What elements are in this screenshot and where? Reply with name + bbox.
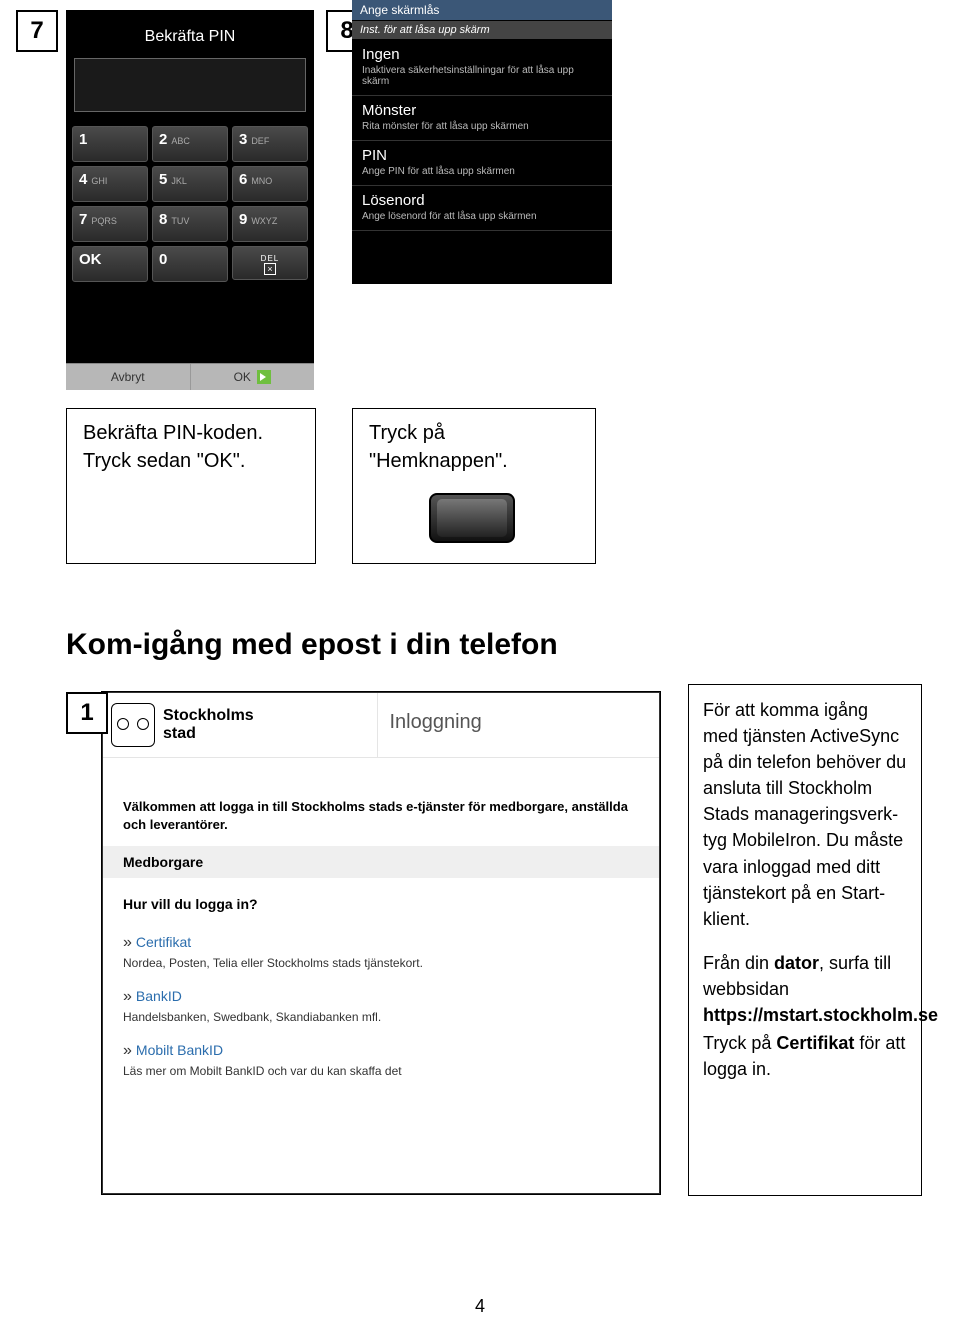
lock-option-pattern[interactable]: MönsterRita mönster för att låsa upp skä… bbox=[352, 96, 612, 141]
arrow-right-icon bbox=[257, 370, 271, 384]
stockholm-brand: Stockholms stad bbox=[103, 693, 377, 757]
pin-input[interactable] bbox=[74, 58, 306, 112]
login-method-mobilt-bankid[interactable]: »Mobilt BankID Läs mer om Mobilt BankID … bbox=[103, 1024, 659, 1078]
lock-option-pin[interactable]: PINAnge PIN för att låsa upp skärmen bbox=[352, 141, 612, 186]
key-8[interactable]: 8TUV bbox=[150, 204, 230, 244]
keypad: 1 2ABC 3DEF 4GHI 5JKL 6MNO 7PQRS 8TUV 9W… bbox=[66, 124, 314, 284]
lock-option-password[interactable]: LösenordAnge lösenord för att låsa upp s… bbox=[352, 186, 612, 231]
key-ok[interactable]: OK bbox=[70, 244, 150, 284]
screenshot-lock-options: Ange skärmlås Inst. för att låsa upp skä… bbox=[352, 0, 612, 284]
login-method-bankid[interactable]: »BankID Handelsbanken, Swedbank, Skandia… bbox=[103, 970, 659, 1024]
step-number-1: 1 bbox=[66, 692, 108, 734]
login-method-sub: Läs mer om Mobilt BankID och var du kan … bbox=[123, 1064, 639, 1078]
login-method-certifikat[interactable]: »Certifikat Nordea, Posten, Telia eller … bbox=[103, 916, 659, 970]
step-number-7: 7 bbox=[16, 10, 58, 52]
key-1[interactable]: 1 bbox=[70, 124, 150, 164]
key-7[interactable]: 7PQRS bbox=[70, 204, 150, 244]
cancel-button[interactable]: Avbryt bbox=[66, 364, 191, 390]
login-method-sub: Handelsbanken, Swedbank, Skandiabanken m… bbox=[123, 1010, 639, 1024]
confirm-pin-title: Bekräfta PIN bbox=[66, 10, 314, 54]
stockholm-crest-icon bbox=[111, 703, 155, 747]
login-category: Medborgare bbox=[103, 846, 659, 878]
lock-header: Ange skärmlås bbox=[352, 0, 612, 21]
key-9[interactable]: 9WXYZ bbox=[230, 204, 310, 244]
login-welcome-text: Välkommen att logga in till Stockholms s… bbox=[103, 758, 659, 846]
screenshot-confirm-pin: Bekräfta PIN 1 2ABC 3DEF 4GHI 5JKL 6MNO … bbox=[66, 10, 314, 390]
chevron-right-icon: » bbox=[123, 934, 132, 951]
lock-subheader: Inst. för att låsa upp skärm bbox=[352, 21, 612, 40]
login-method-sub: Nordea, Posten, Telia eller Stockholms s… bbox=[123, 956, 639, 970]
ok-button[interactable]: OK bbox=[191, 364, 315, 390]
login-question: Hur vill du logga in? bbox=[103, 878, 659, 916]
key-3[interactable]: 3DEF bbox=[230, 124, 310, 164]
instruction-step8: Tryck på "Hemknappen". bbox=[352, 408, 596, 564]
key-6[interactable]: 6MNO bbox=[230, 164, 310, 204]
home-key-icon bbox=[429, 493, 515, 543]
lock-option-none[interactable]: IngenInaktivera säkerhetsinställningar f… bbox=[352, 40, 612, 96]
instruction-step1: För att komma igång med tjänsten ActiveS… bbox=[688, 684, 922, 1196]
key-0[interactable]: 0 bbox=[150, 244, 230, 284]
key-4[interactable]: 4GHI bbox=[70, 164, 150, 204]
chevron-right-icon: » bbox=[123, 1042, 132, 1059]
page-number: 4 bbox=[0, 1296, 960, 1317]
section-heading: Kom-igång med epost i din telefon bbox=[66, 628, 558, 662]
login-page-title: Inloggning bbox=[377, 693, 660, 757]
key-2[interactable]: 2ABC bbox=[150, 124, 230, 164]
instruction-step7: Bekräfta PIN-koden. Tryck sedan "OK". bbox=[66, 408, 316, 564]
screenshot-login-page: Stockholms stad Inloggning Välkommen att… bbox=[102, 692, 660, 1194]
key-del[interactable]: DEL× bbox=[230, 244, 310, 284]
key-5[interactable]: 5JKL bbox=[150, 164, 230, 204]
chevron-right-icon: » bbox=[123, 988, 132, 1005]
